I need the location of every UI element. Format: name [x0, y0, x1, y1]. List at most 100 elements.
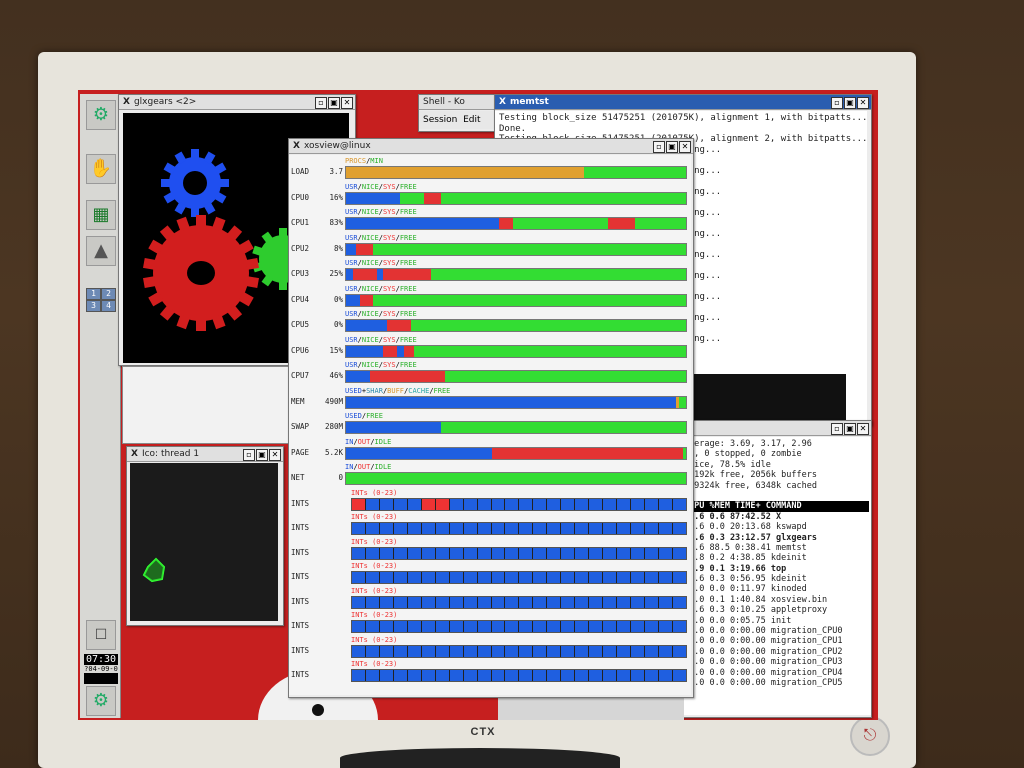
meter-name: MEM: [291, 396, 305, 406]
maximize-button[interactable]: ▣: [328, 97, 340, 109]
process-row[interactable]: 2.9 0.1 3:19.66 top: [689, 564, 869, 574]
interrupt-cell: [561, 621, 575, 632]
meter-swap: SWAP 280M USED/FREE: [289, 412, 689, 438]
meter-segment-sys: [356, 243, 374, 255]
desktop-pager[interactable]: 12 34: [86, 288, 116, 312]
interrupt-cell: [617, 572, 631, 583]
interrupt-cell: [491, 523, 505, 534]
meter-cpu4: CPU4 0% USR/NICE/SYS/FREE: [289, 285, 689, 311]
close-button[interactable]: ✕: [857, 97, 869, 109]
process-row[interactable]: 0.6 0.3 0:10.25 appletproxy: [689, 605, 869, 615]
minimize-button[interactable]: ▫: [831, 423, 843, 435]
process-row[interactable]: 4.8 0.2 4:38.85 kdeinit: [689, 553, 869, 563]
meter-page: PAGE 5.2K IN/OUT/IDLE: [289, 438, 689, 464]
minimize-button[interactable]: ▫: [243, 449, 255, 461]
meter-legend: PROCS/MIN: [345, 157, 383, 165]
ico-titlebar[interactable]: X Ico: thread 1 ▫ ▣ ✕: [127, 447, 283, 462]
top-titlebar[interactable]: ▫ ▣ ✕: [683, 421, 871, 436]
process-row[interactable]: 0.0 0.0 0:11.97 kinoded: [689, 584, 869, 594]
pager-desktop-3[interactable]: 3: [86, 300, 101, 312]
interrupt-cell: [631, 523, 645, 534]
x-window-icon[interactable]: X: [123, 97, 130, 107]
maximize-button[interactable]: ▣: [666, 141, 678, 153]
interrupt-cell: [617, 596, 631, 608]
process-row[interactable]: 0.0 0.0 0:00.00 migration_CPU3: [689, 657, 869, 667]
interrupt-cell: [435, 621, 449, 632]
process-row[interactable]: 0.0 0.0 0:05.75 init: [689, 616, 869, 626]
process-row[interactable]: 0.0 0.0 0:00.00 migration_CPU2: [689, 647, 869, 657]
bottom-gray-area: [498, 696, 684, 720]
meter-name: INTS: [291, 523, 310, 532]
power-button-icon[interactable]: ⎋: [850, 716, 890, 756]
process-row[interactable]: 1.6 0.0 20:13.68 kswapd: [689, 522, 869, 532]
close-button[interactable]: ✕: [341, 97, 353, 109]
interrupt-cell: [421, 547, 435, 559]
meter-segment-free: [373, 243, 686, 255]
process-row[interactable]: 0.0 0.0 0:00.00 migration_CPU1: [689, 636, 869, 646]
menu-edit[interactable]: Edit: [463, 115, 480, 125]
meter-legend: USR/NICE/SYS/FREE: [345, 182, 417, 191]
meter-segment-sys: [424, 192, 442, 204]
minimize-button[interactable]: ▫: [831, 97, 843, 109]
ico-window[interactable]: X Ico: thread 1 ▫ ▣ ✕: [126, 446, 284, 626]
package-icon[interactable]: ▲: [86, 236, 116, 266]
top-terminal[interactable]: verage: 3.69, 3.17, 2.96 g, 0 stopped, 0 …: [683, 437, 871, 715]
close-button[interactable]: ✕: [269, 449, 281, 461]
ico-title: Ico: thread 1: [141, 449, 200, 459]
maximize-button[interactable]: ▣: [844, 97, 856, 109]
close-button[interactable]: ✕: [857, 423, 869, 435]
meter-cpu7: CPU7 46% USR/NICE/SYS/FREE: [289, 361, 689, 387]
interrupt-cell: [393, 523, 407, 534]
maximize-button[interactable]: ▣: [256, 449, 268, 461]
x-window-icon[interactable]: X: [499, 97, 506, 107]
minimize-button[interactable]: ▫: [315, 97, 327, 109]
interrupt-cell: [575, 621, 589, 632]
meter-value: 0: [338, 473, 343, 482]
interrupt-cell: [589, 547, 603, 559]
process-row[interactable]: 1.6 0.3 0:56.95 kdeinit: [689, 574, 869, 584]
process-row[interactable]: 1.6 0.6 87:42.52 X: [689, 512, 869, 522]
meter-segment-sys: [383, 269, 431, 280]
x-window-icon[interactable]: X: [293, 141, 300, 151]
memtst-titlebar[interactable]: Xmemtst ▫ ▣ ✕: [495, 95, 871, 110]
x-window-icon[interactable]: X: [131, 449, 138, 459]
top-window[interactable]: ▫ ▣ ✕ verage: 3.69, 3.17, 2.96 g, 0 stopped…: [682, 420, 872, 718]
clock-time: 07:30: [85, 654, 117, 665]
xosview-window[interactable]: Xxosview@linux ▫ ▣ ✕ LOAD 3.7 PROCS/MIN CPU0 1…: [288, 138, 694, 698]
close-button[interactable]: ✕: [679, 141, 691, 153]
panel-clock[interactable]: 07:30 ?04-09-0: [84, 654, 118, 684]
clipboard-icon[interactable]: ☐: [86, 620, 116, 650]
terminal-icon[interactable]: ▦: [86, 200, 116, 230]
process-row[interactable]: 0.0 0.0 0:00.00 migration_CPU0: [689, 626, 869, 636]
kde-launcher-icon[interactable]: ⚙: [86, 100, 116, 130]
process-row[interactable]: 1.0 0.1 1:40.84 xosview.bin: [689, 595, 869, 605]
meter-ints: INTS INTs (0-23): [289, 562, 689, 588]
process-row[interactable]: 2.6 88.5 0:38.41 memtst: [689, 543, 869, 553]
interrupt-cell: [617, 498, 631, 510]
meter-legend: USR/NICE/SYS/FREE: [345, 310, 417, 318]
meter-legend: USR/NICE/SYS/FREE: [345, 284, 417, 293]
interrupt-cell: [463, 523, 477, 534]
minimize-button[interactable]: ▫: [653, 141, 665, 153]
maximize-button[interactable]: ▣: [844, 423, 856, 435]
glxgears-titlebar[interactable]: Xglxgears <2> ▫ ▣ ✕: [119, 95, 355, 110]
interrupt-cell: [407, 645, 421, 657]
interrupt-cell: [365, 596, 379, 608]
xosview-titlebar[interactable]: Xxosview@linux ▫ ▣ ✕: [289, 139, 693, 154]
meter-segment-free: [373, 294, 686, 306]
process-row[interactable]: 0.0 0.0 0:00.00 migration_CPU4: [689, 668, 869, 678]
icosahedron-graphic: [142, 557, 166, 583]
meter-bar: [345, 166, 687, 179]
pager-desktop-2[interactable]: 2: [101, 288, 116, 300]
pager-desktop-4[interactable]: 4: [101, 300, 116, 312]
shell-window[interactable]: Shell - Ko Session Edit: [418, 94, 505, 132]
process-row[interactable]: 2.6 0.3 23:12.57 glxgears: [689, 533, 869, 543]
hand-icon[interactable]: ✋: [86, 154, 116, 184]
meter-segment-free: [413, 345, 686, 357]
pager-desktop-1[interactable]: 1: [86, 288, 101, 300]
interrupt-cell: [672, 645, 686, 657]
shell-titlebar[interactable]: Shell - Ko: [419, 95, 501, 110]
settings-gear-icon[interactable]: ⚙: [86, 686, 116, 716]
menu-session[interactable]: Session: [423, 115, 457, 125]
process-row[interactable]: 0.0 0.0 0:00.00 migration_CPU5: [689, 678, 869, 688]
